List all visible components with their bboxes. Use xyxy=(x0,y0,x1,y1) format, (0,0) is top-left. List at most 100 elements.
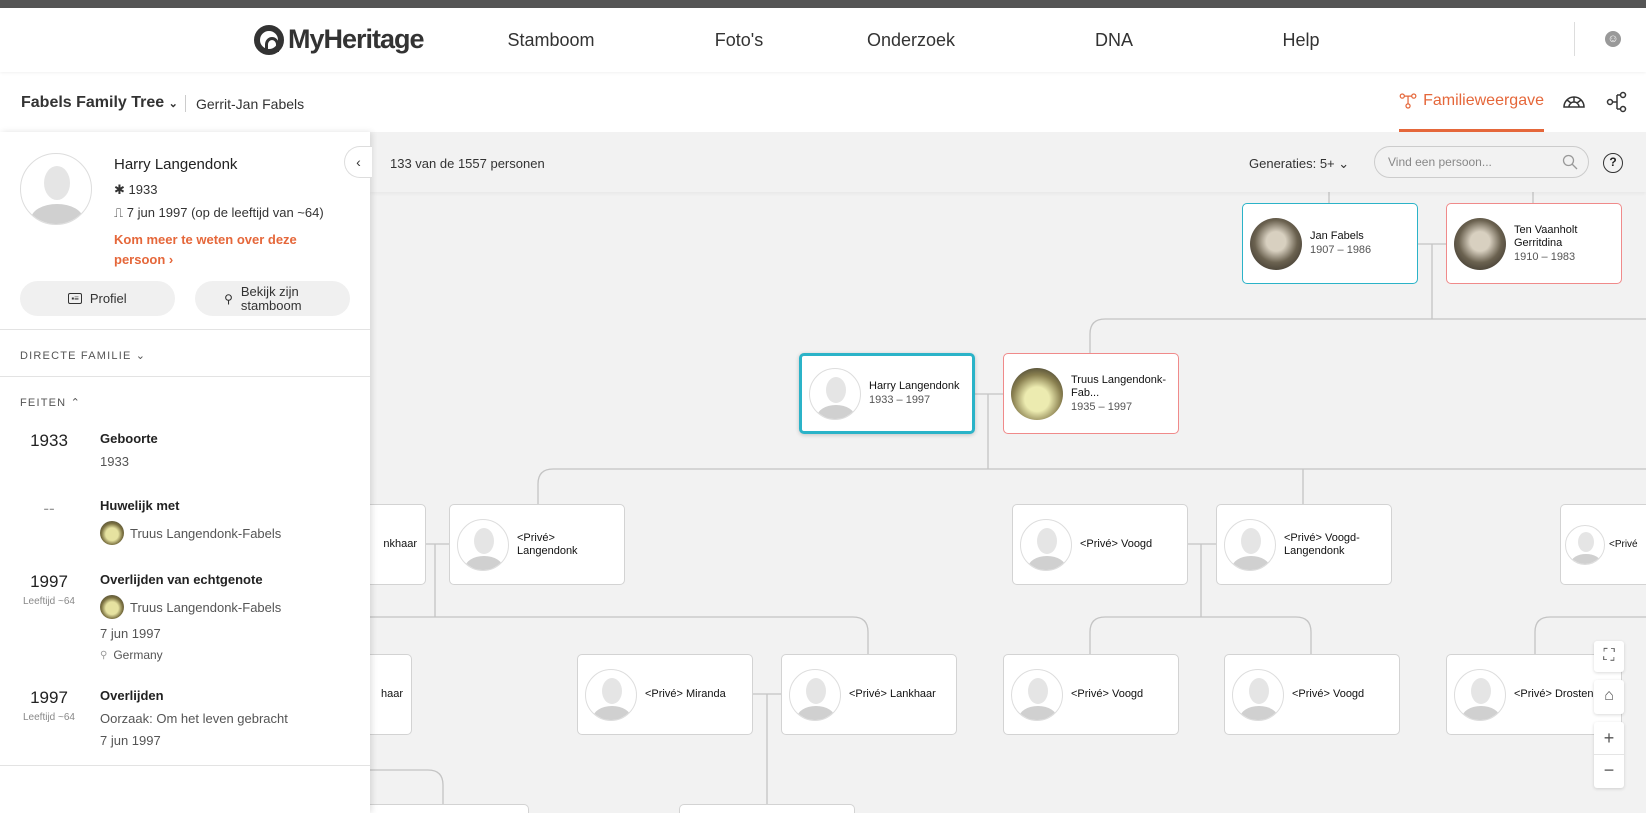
death-info: ⎍ 7 jun 1997 (op de leeftijd van ~64) xyxy=(114,205,324,221)
person-dates: 1910 – 1983 xyxy=(1514,250,1576,263)
location-pin-icon: ⚲ xyxy=(100,649,108,661)
person-card-jan-fabels[interactable]: Jan Fabels 1907 – 1986 xyxy=(1242,203,1418,284)
zoom-controls: + − xyxy=(1594,722,1624,788)
nav-fotos[interactable]: Foto's xyxy=(715,30,763,51)
person-card-truus[interactable]: Truus Langendonk-Fab... 1935 – 1997 xyxy=(1003,353,1179,434)
myheritage-logo[interactable]: MyHeritage xyxy=(254,24,425,55)
fact-age: Leeftijd ~64 xyxy=(23,712,75,723)
person-card-ten-vaanholt[interactable]: Ten Vaanholt Gerritdina 1910 – 1983 xyxy=(1446,203,1622,284)
person-name: Harry Langendonk xyxy=(114,156,238,173)
avatar-placeholder-icon xyxy=(1454,668,1506,721)
person-count: 133 van de 1557 personen xyxy=(390,156,545,171)
chevron-down-icon: ⌄ xyxy=(135,350,147,362)
spouse-name: Truus Langendonk-Fabels xyxy=(130,599,282,615)
chevron-down-icon: ⌄ xyxy=(1338,156,1350,171)
nav-help[interactable]: Help xyxy=(1282,30,1319,51)
fact-title: Overlijden van echtgenote xyxy=(100,572,263,587)
person-card[interactable]: <Privé> Miranda xyxy=(577,654,753,735)
direct-family-toggle[interactable]: DIRECTE FAMILIE ⌄ xyxy=(20,349,146,362)
nav-dna[interactable]: DNA xyxy=(1095,30,1133,51)
home-button[interactable]: ⌂ xyxy=(1594,680,1624,714)
person-name: Truus Langendonk-Fab... xyxy=(1071,373,1166,399)
learn-more-link[interactable]: Kom meer te weten over deze persoon › xyxy=(114,230,314,270)
spouse-photo xyxy=(100,595,124,619)
avatar-placeholder-icon xyxy=(1224,518,1276,571)
avatar-placeholder-icon xyxy=(457,518,509,571)
family-tree-icon xyxy=(1399,92,1417,109)
birth-icon: ✱ xyxy=(114,182,125,197)
generations-select[interactable]: Generaties: 5+ ⌄ xyxy=(1249,156,1349,172)
tree-selector[interactable]: Fabels Family Tree ⌄ xyxy=(21,94,178,112)
generations-value: 5+ xyxy=(1319,156,1335,171)
help-icon[interactable]: ? xyxy=(1603,153,1623,173)
family-tree-icon: ⚲ xyxy=(224,291,233,306)
avatar-placeholder-icon xyxy=(1011,668,1063,721)
nav-onderzoek[interactable]: Onderzoek xyxy=(867,30,955,51)
avatar-placeholder-icon xyxy=(1232,668,1284,721)
person-card[interactable]: <Privé> Voogd-Langendonk xyxy=(1216,504,1392,585)
fact-title: Overlijden xyxy=(100,688,164,703)
person-dates: 1935 – 1997 xyxy=(1071,400,1133,413)
avatar-placeholder-icon xyxy=(585,668,637,721)
fact-date: 7 jun 1997 xyxy=(100,733,161,748)
view-tree-button[interactable]: ⚲ Bekijk zijn stamboom xyxy=(195,281,350,316)
nav-stamboom[interactable]: Stamboom xyxy=(507,30,594,51)
home-icon: ⌂ xyxy=(1604,687,1614,704)
facts-toggle[interactable]: FEITEN ⌃ xyxy=(20,396,81,409)
fact-age: Leeftijd ~64 xyxy=(23,596,75,607)
logo-text: MyHeritage xyxy=(288,24,425,54)
fact-year: 1997 xyxy=(30,688,68,707)
pedigree-view-icon[interactable] xyxy=(1604,90,1630,114)
person-card[interactable]: <Privé> Langendonk xyxy=(449,504,625,585)
birth-info: ✱ 1933 xyxy=(114,182,157,198)
fact-date: 7 jun 1997 xyxy=(100,626,161,641)
person-dates: 1933 – 1997 xyxy=(869,394,931,406)
birth-year: 1933 xyxy=(128,182,158,197)
tab-family-view[interactable]: Familieweergave xyxy=(1399,72,1544,132)
fact-death: Overlijden Oorzaak: Om het leven gebracht… xyxy=(100,688,288,755)
person-card[interactable]: <Privé xyxy=(1560,504,1646,585)
person-card[interactable]: <Privé> Voogd xyxy=(1012,504,1188,585)
fact-marriage: Huwelijk met Truus Langendonk-Fabels xyxy=(100,498,281,552)
person-card[interactable] xyxy=(353,804,529,813)
spouse-link[interactable]: Truus Langendonk-Fabels xyxy=(100,521,281,545)
collapse-panel-button[interactable]: ‹ xyxy=(344,146,372,178)
divider xyxy=(185,95,186,112)
avatar-placeholder-icon xyxy=(1565,524,1605,565)
fact-year: -- xyxy=(43,499,55,518)
divider xyxy=(0,376,370,377)
avatar-placeholder-icon xyxy=(1020,518,1072,571)
fact-place: Germany xyxy=(113,648,163,662)
fact-spouse-death: Overlijden van echtgenote Truus Langendon… xyxy=(100,572,281,669)
death-date: 7 jun 1997 (op de leeftijd van ~64) xyxy=(126,205,324,220)
person-card[interactable]: <Privé> Lankhaar xyxy=(781,654,957,735)
fact-cause: Oorzaak: Om het leven gebracht xyxy=(100,711,288,726)
fact-year: 1997 xyxy=(30,572,68,591)
spouse-name: Truus Langendonk-Fabels xyxy=(130,525,282,541)
search-icon xyxy=(1562,154,1578,170)
fan-view-icon[interactable] xyxy=(1561,90,1587,114)
person-card[interactable]: <Privé> Voogd xyxy=(1224,654,1400,735)
person-card[interactable] xyxy=(679,804,855,813)
tree-name: Fabels Family Tree xyxy=(21,94,165,111)
person-card-harry-langendonk[interactable]: Harry Langendonk 1933 – 1997 xyxy=(799,353,975,434)
accessibility-icon[interactable]: ☺ xyxy=(1605,31,1621,47)
person-photo xyxy=(1011,367,1063,420)
person-name: <Privé> Lankhaar xyxy=(849,688,936,700)
fullscreen-button[interactable]: ⛶ xyxy=(1594,641,1624,672)
avatar-placeholder-icon xyxy=(789,668,841,721)
person-card[interactable]: <Privé> Voogd xyxy=(1003,654,1179,735)
profile-button[interactable]: ▪≡ Profiel xyxy=(20,281,175,316)
person-name: <Privé> Voogd xyxy=(1080,538,1153,550)
tombstone-icon: ⎍ xyxy=(114,205,124,220)
profile-label: Profiel xyxy=(89,291,127,306)
find-person-input[interactable]: Vind een persoon... xyxy=(1374,146,1589,178)
person-photo xyxy=(1250,217,1302,270)
profile-card-icon: ▪≡ xyxy=(68,293,82,304)
spouse-link[interactable]: Truus Langendonk-Fabels xyxy=(100,595,281,619)
zoom-in-button[interactable]: + xyxy=(1594,722,1624,755)
person-name: <Privé> Voogd-Langendonk xyxy=(1284,531,1360,557)
person-name: Ten Vaanholt Gerritdina xyxy=(1514,223,1578,249)
zoom-out-button[interactable]: − xyxy=(1594,755,1624,788)
header-divider xyxy=(1574,22,1575,56)
